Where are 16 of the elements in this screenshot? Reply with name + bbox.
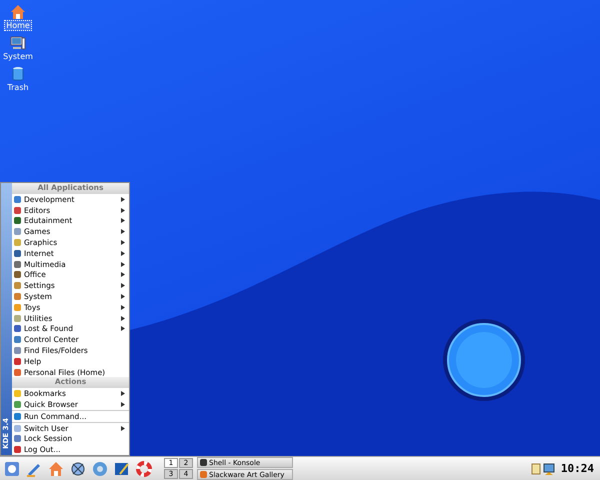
home-icon[interactable] <box>48 460 64 476</box>
home-icon[interactable] <box>10 4 26 20</box>
submenu-arrow-icon <box>121 426 125 430</box>
clock[interactable]: 10:24 <box>560 462 594 475</box>
desktop-icon-label[interactable]: System <box>1 51 35 62</box>
monitor-icon[interactable] <box>542 462 555 474</box>
paint-icon[interactable] <box>114 460 130 476</box>
desktop-icon-label[interactable]: Trash <box>5 82 31 93</box>
logo-icon <box>442 318 526 402</box>
globe-icon[interactable] <box>92 460 108 476</box>
trash-icon[interactable] <box>10 66 25 82</box>
desktop-icon-label[interactable]: Home <box>4 20 32 31</box>
kde-menu-button[interactable] <box>2 460 22 478</box>
lifebuoy-icon[interactable] <box>136 460 152 476</box>
computer-icon[interactable] <box>10 35 26 51</box>
clipboard-icon[interactable] <box>530 462 541 474</box>
